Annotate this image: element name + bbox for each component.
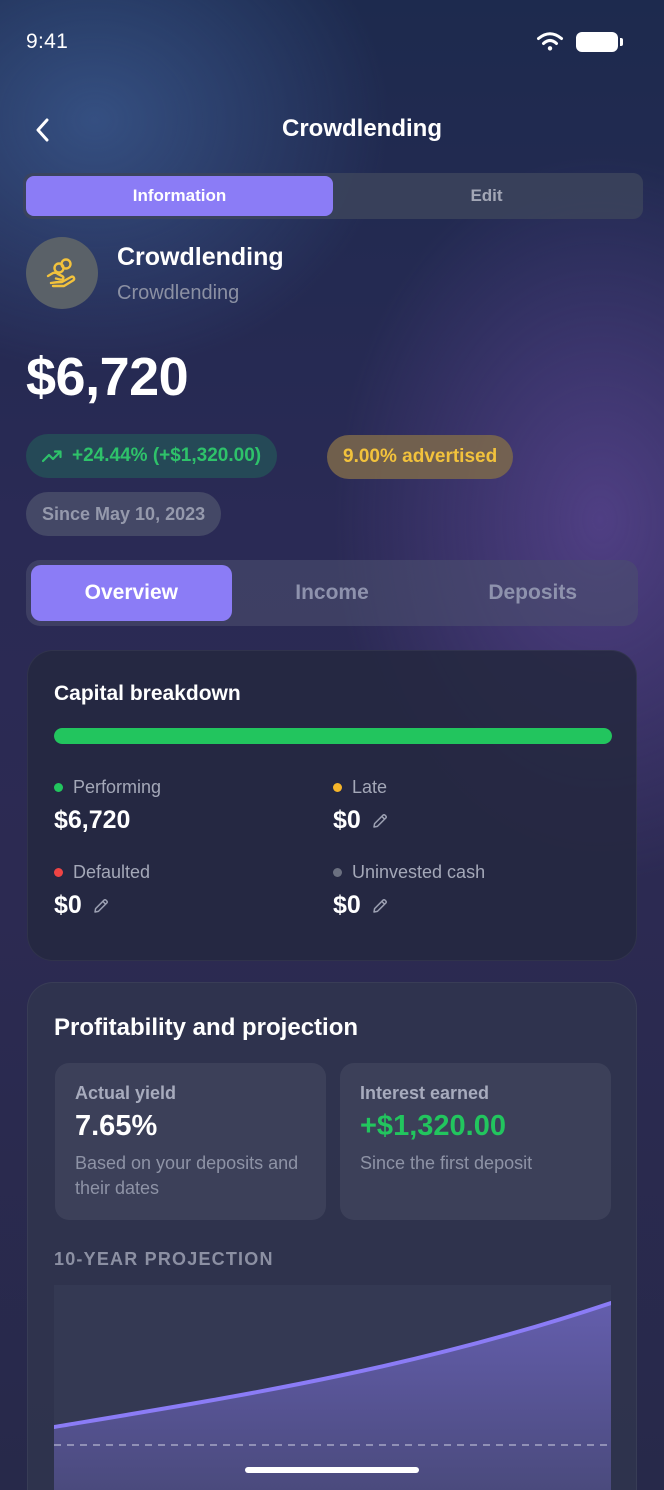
defaulted-label: Defaulted (73, 862, 151, 882)
performing-dot (54, 783, 63, 792)
tab-edit[interactable]: Edit (333, 176, 640, 216)
trending-up-icon (42, 450, 62, 463)
late-amount: $0 (333, 806, 361, 834)
edit-uninvested-pencil-icon[interactable] (371, 897, 389, 915)
tab-overview[interactable]: Overview (31, 565, 232, 621)
actual-yield-sub: Based on your deposits and their dates (75, 1153, 299, 1198)
defaulted-item: Defaulted $0 (54, 862, 150, 920)
home-indicator (245, 1467, 419, 1473)
late-item: Late $0 (333, 777, 389, 835)
asset-type: Crowdlending (117, 282, 240, 304)
asset-name: Crowdlending (117, 243, 284, 271)
mode-switch: Information Edit (23, 173, 643, 219)
page-title: Crowdlending (282, 115, 442, 142)
interest-earned-box: Interest earned +$1,320.00 Since the fir… (340, 1063, 611, 1220)
performing-amount: $6,720 (54, 806, 131, 834)
hand-coins-icon (46, 258, 76, 288)
status-icons (536, 32, 623, 52)
performing-item: Performing $6,720 (54, 777, 161, 835)
capital-progress-bar (54, 728, 612, 744)
performing-fill (54, 728, 612, 744)
late-dot (333, 783, 342, 792)
uninvested-label: Uninvested cash (352, 862, 486, 882)
wifi-icon (537, 32, 563, 51)
projection-label: 10-YEAR PROJECTION (54, 1249, 274, 1269)
tab-information[interactable]: Information (26, 176, 333, 216)
status-time: 9:41 (26, 30, 69, 53)
performing-label: Performing (73, 777, 162, 797)
since-date-badge: Since May 10, 2023 (26, 492, 222, 536)
tab-income[interactable]: Income (232, 565, 433, 621)
edit-defaulted-pencil-icon[interactable] (92, 897, 110, 915)
advertised-rate-badge: 9.00% advertised (327, 435, 514, 479)
actual-yield-label: Actual yield (75, 1083, 177, 1103)
actual-yield-box: Actual yield 7.65% Based on your deposit… (55, 1063, 326, 1220)
interest-earned-label: Interest earned (360, 1083, 490, 1103)
uninvested-dot (333, 868, 342, 877)
edit-late-pencil-icon[interactable] (371, 812, 389, 830)
defaulted-amount: $0 (54, 891, 82, 919)
actual-yield-value: 7.65% (75, 1110, 158, 1142)
battery-icon (576, 32, 623, 52)
capital-title: Capital breakdown (54, 682, 241, 705)
defaulted-dot (54, 868, 63, 877)
uninvested-amount: $0 (333, 891, 361, 919)
section-tabs: Overview Income Deposits (26, 560, 638, 626)
uninvested-item: Uninvested cash $0 (333, 862, 485, 920)
gain-badge: +24.44% (+$1,320.00) (26, 434, 278, 478)
interest-earned-value: +$1,320.00 (360, 1110, 506, 1142)
profitability-title: Profitability and projection (54, 1014, 359, 1041)
profitability-card: Profitability and projection Actual yiel… (27, 982, 637, 1490)
tab-deposits[interactable]: Deposits (432, 565, 633, 621)
gain-text: +24.44% (+$1,320.00) (72, 445, 262, 466)
asset-avatar (26, 237, 98, 309)
projection-chart (54, 1285, 611, 1490)
asset-value: $6,720 (26, 347, 189, 407)
interest-earned-sub: Since the first deposit (360, 1153, 533, 1173)
late-label: Late (352, 777, 388, 797)
capital-breakdown-card: Capital breakdown Performing $6,720 Late… (27, 650, 637, 961)
